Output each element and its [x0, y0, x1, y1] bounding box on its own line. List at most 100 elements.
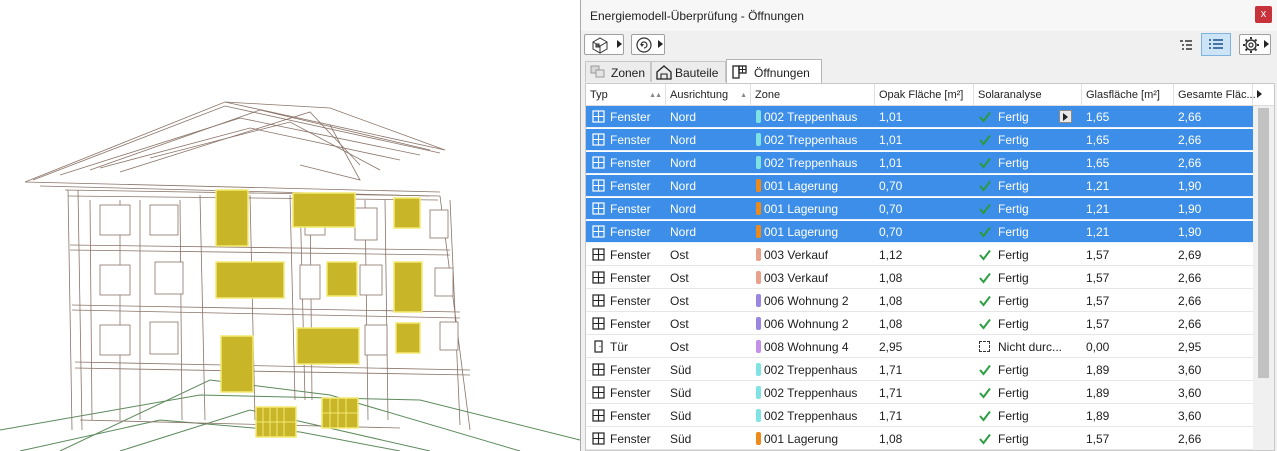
check-icon [979, 272, 991, 284]
zone-color-swatch [756, 386, 761, 399]
column-header-solaranalyse[interactable]: Solaranalyse [974, 84, 1082, 105]
cell-opak-flaeche: 1,12 [879, 248, 903, 262]
window-icon [592, 363, 605, 376]
cell-solaranalyse: Fertig [998, 179, 1029, 193]
cell-gesamte-flaeche: 2,69 [1178, 248, 1202, 262]
zone-color-swatch [756, 340, 761, 353]
cell-typ: Tür [610, 340, 628, 354]
table-row[interactable]: Fenster Süd 001 Lagerung 1,08 Fertig 1,57 2,66 [586, 428, 1253, 450]
window-icon [592, 156, 605, 169]
list-view-button[interactable] [1201, 33, 1231, 56]
cell-ausrichtung: Nord [670, 202, 697, 216]
cell-solaranalyse: Fertig [998, 133, 1029, 147]
table-row[interactable]: Fenster Nord 002 Treppenhaus 1,01 Fertig 1,65… [586, 152, 1253, 174]
house-icon [656, 65, 672, 80]
check-icon [979, 157, 991, 169]
cell-typ: Fenster [610, 156, 651, 170]
cell-glasflaeche: 1,21 [1086, 179, 1110, 193]
cell-zone: 002 Treppenhaus [764, 156, 858, 170]
cell-solaranalyse: Fertig [998, 248, 1029, 262]
cell-typ: Fenster [610, 248, 651, 262]
cell-ausrichtung: Nord [670, 133, 697, 147]
scroll-columns-right-icon[interactable] [1257, 90, 1262, 98]
palette-toolbar [581, 31, 1277, 59]
check-icon [979, 134, 991, 146]
table-row[interactable]: Fenster Nord 002 Treppenhaus 1,01 Fertig 1,65… [586, 106, 1253, 128]
refresh-icon [636, 37, 652, 53]
check-icon [979, 433, 991, 445]
cell-opak-flaeche: 0,70 [879, 225, 903, 239]
gear-icon [1243, 37, 1259, 53]
dropdown-arrow-icon [617, 40, 622, 48]
cell-solaranalyse: Fertig [998, 432, 1029, 446]
check-icon [979, 295, 991, 307]
cell-typ: Fenster [610, 317, 651, 331]
cell-typ: Fenster [610, 432, 651, 446]
cell-opak-flaeche: 1,71 [879, 386, 903, 400]
cell-typ: Fenster [610, 294, 651, 308]
tab-oeffnungen[interactable]: Öffnungen [726, 59, 822, 83]
cell-glasflaeche: 1,65 [1086, 133, 1110, 147]
tree-list-button[interactable] [1176, 35, 1196, 55]
table-row[interactable]: Fenster Nord 002 Treppenhaus 1,01 Fertig 1,65… [586, 129, 1253, 151]
cell-ausrichtung: Ost [670, 294, 689, 308]
cell-opak-flaeche: 0,70 [879, 202, 903, 216]
settings-button[interactable] [1239, 34, 1271, 55]
cell-gesamte-flaeche: 3,60 [1178, 409, 1202, 423]
check-icon [979, 364, 991, 376]
close-button[interactable]: x [1255, 6, 1272, 23]
model-icon [592, 37, 608, 54]
table-row[interactable]: Fenster Ost 006 Wohnung 2 1,08 Fertig 1,57 2,6… [586, 313, 1253, 335]
table-row[interactable]: Fenster Ost 003 Verkauf 1,08 Fertig 1,57 2,66 [586, 267, 1253, 289]
check-icon [979, 180, 991, 192]
palette-titlebar[interactable]: Energiemodell-Überprüfung - Öffnungen x [581, 0, 1277, 31]
cell-glasflaeche: 0,00 [1086, 340, 1110, 354]
cell-zone: 002 Treppenhaus [764, 110, 858, 124]
window-icon [592, 386, 605, 399]
cell-glasflaeche: 1,57 [1086, 432, 1110, 446]
window-icon [592, 202, 605, 215]
table-row[interactable]: Fenster Süd 002 Treppenhaus 1,71 Fertig 1,89 3… [586, 382, 1253, 404]
table-row[interactable]: Tür Ost 008 Wohnung 4 2,95 Nicht durc... 0,00… [586, 336, 1253, 358]
column-header-label: Gesamte Fläc... [1178, 89, 1256, 101]
dropdown-arrow-icon [658, 40, 663, 48]
cell-opak-flaeche: 2,95 [879, 340, 903, 354]
window-icon [592, 317, 605, 330]
cell-gesamte-flaeche: 2,66 [1178, 110, 1202, 124]
column-header-opak-flaeche[interactable]: Opak Fläche [m²] [875, 84, 974, 105]
row-expand-button[interactable] [1059, 110, 1072, 123]
column-header-glasflaeche[interactable]: Glasfläche [m²] [1082, 84, 1174, 105]
table-row[interactable]: Fenster Nord 001 Lagerung 0,70 Fertig 1,21 1,9… [586, 221, 1253, 243]
cell-typ: Fenster [610, 363, 651, 377]
cell-zone: 006 Wohnung 2 [764, 294, 849, 308]
model-view-button[interactable] [584, 34, 624, 55]
column-header-zone[interactable]: Zone [751, 84, 875, 105]
table-row[interactable]: Fenster Nord 001 Lagerung 0,70 Fertig 1,21 1,9… [586, 198, 1253, 220]
cell-ausrichtung: Ost [670, 317, 689, 331]
tab-bauteile[interactable]: Bauteile [651, 61, 726, 82]
column-header-typ[interactable]: Typ ▲▲ [586, 84, 666, 105]
cell-zone: 006 Wohnung 2 [764, 317, 849, 331]
opening-icon [732, 65, 747, 79]
vertical-scrollbar[interactable] [1253, 106, 1274, 450]
check-icon [979, 249, 991, 261]
cell-zone: 001 Lagerung [764, 432, 839, 446]
scrollbar-thumb[interactable] [1258, 108, 1269, 378]
check-icon [979, 318, 991, 330]
cell-ausrichtung: Süd [670, 432, 692, 446]
column-header-ausrichtung[interactable]: Ausrichtung ▲ [666, 84, 751, 105]
building-wireframe [0, 101, 580, 451]
cell-zone: 001 Lagerung [764, 202, 839, 216]
table-row[interactable]: Fenster Süd 002 Treppenhaus 1,71 Fertig 1,89 3… [586, 359, 1253, 381]
tab-zonen[interactable]: Zonen [585, 61, 651, 82]
window-icon [592, 248, 605, 261]
3d-model-viewport[interactable] [0, 0, 580, 451]
check-icon [979, 203, 991, 215]
table-row[interactable]: Fenster Ost 006 Wohnung 2 1,08 Fertig 1,57 2,6… [586, 290, 1253, 312]
table-row[interactable]: Fenster Nord 001 Lagerung 0,70 Fertig 1,21 1,9… [586, 175, 1253, 197]
refresh-button[interactable] [631, 34, 665, 55]
table-row[interactable]: Fenster Ost 003 Verkauf 1,12 Fertig 1,57 2,69 [586, 244, 1253, 266]
column-header-gesamte-flaeche[interactable]: Gesamte Fläc... [1174, 84, 1256, 105]
table-row[interactable]: Fenster Süd 002 Treppenhaus 1,71 Fertig 1,89 3… [586, 405, 1253, 427]
tree-list-icon [1180, 40, 1192, 50]
